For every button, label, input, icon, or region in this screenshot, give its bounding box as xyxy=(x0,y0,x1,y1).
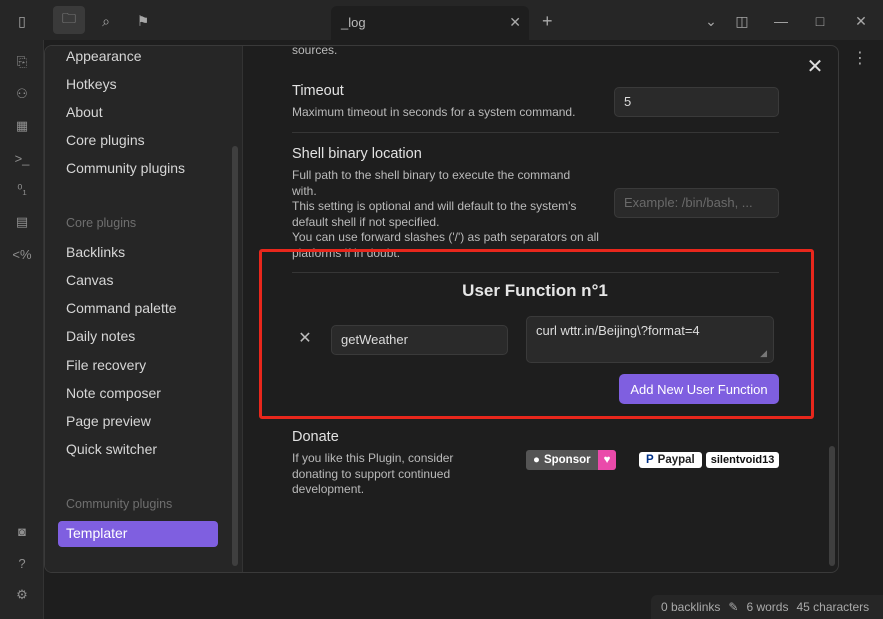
status-bar: 0 backlinks ✎ 6 words 45 characters xyxy=(651,595,883,619)
left-ribbon: ⎘ ⚇ ▦ >_ ⁰₁ ▤ <% ◙ ? ⚙ xyxy=(0,40,44,619)
sidebar-item-appearance[interactable]: Appearance xyxy=(58,46,218,70)
previous-setting-description: sources. xyxy=(292,45,338,57)
sidebar-heading-community-plugins: Community plugins xyxy=(66,497,173,511)
sidebar-item-community-plugins[interactable]: Community plugins xyxy=(58,156,218,182)
sidebar-item-hotkeys[interactable]: Hotkeys xyxy=(58,72,218,98)
paypal-label: Paypal xyxy=(657,454,695,466)
settings-gear-icon[interactable]: ⚙ xyxy=(12,585,32,605)
shell-binary-description-5: You can use forward slashes ('/') as pat… xyxy=(292,230,599,244)
new-tab-icon[interactable]: + xyxy=(542,11,553,32)
sponsor-badge-left: ● Sponsor xyxy=(526,450,598,470)
sidebar-item-command-palette[interactable]: Command palette xyxy=(58,296,218,322)
backlinks-count[interactable]: 0 backlinks xyxy=(661,600,720,614)
donate-description-1: If you like this Plugin, consider xyxy=(292,451,454,465)
word-count: 6 words xyxy=(746,600,789,614)
modal-close-icon[interactable]: ✕ xyxy=(804,55,826,78)
github-icon: ● xyxy=(533,454,540,466)
timeout-title: Timeout xyxy=(292,83,344,99)
sidebar-item-core-plugins[interactable]: Core plugins xyxy=(58,128,218,154)
canvas-icon[interactable]: ▦ xyxy=(12,116,32,136)
sidebar-item-templater[interactable]: Templater xyxy=(58,521,218,547)
vault-icon[interactable]: ◙ xyxy=(12,521,32,541)
binary-icon[interactable]: ⁰₁ xyxy=(12,180,32,200)
character-count: 45 characters xyxy=(796,600,870,614)
shell-binary-description-2: with. xyxy=(292,184,317,198)
divider xyxy=(292,272,779,273)
maximize-icon[interactable]: □ xyxy=(809,10,831,32)
more-options-icon[interactable]: ⋮ xyxy=(852,48,868,68)
content-scrollbar[interactable] xyxy=(829,446,835,566)
user-function-title: User Function n°1 xyxy=(462,281,608,300)
shell-binary-description-6: platforms if in doubt. xyxy=(292,246,401,260)
folder-icon[interactable]: 🗀 xyxy=(53,6,85,34)
settings-sidebar: Appearance Hotkeys About Core plugins Co… xyxy=(45,46,243,572)
sidebar-scrollbar[interactable] xyxy=(232,146,238,566)
user-function-command-text: curl wttr.in/Beijing\?format=4 xyxy=(536,323,700,338)
heart-icon: ♥ xyxy=(597,450,617,470)
sidebar-item-note-composer[interactable]: Note composer xyxy=(58,381,218,407)
quick-switch-icon[interactable]: ⎘ xyxy=(12,52,32,72)
sidebar-item-quick-switcher[interactable]: Quick switcher xyxy=(58,437,218,463)
calendar-icon[interactable]: ▤ xyxy=(12,212,32,232)
sidebar-toggle-icon[interactable]: ▯ xyxy=(11,10,33,32)
minimize-icon[interactable]: — xyxy=(770,10,792,32)
paypal-icon: P xyxy=(646,454,654,466)
sponsor-label: Sponsor xyxy=(543,454,591,466)
add-user-function-button[interactable]: Add New User Function xyxy=(619,374,779,404)
timeout-input[interactable]: 5 xyxy=(614,87,779,117)
templater-icon[interactable]: <% xyxy=(12,244,32,264)
sidebar-item-backlinks[interactable]: Backlinks xyxy=(58,240,218,266)
donate-description-2: donating to support continued xyxy=(292,467,451,481)
graph-icon[interactable]: ⚇ xyxy=(12,84,32,104)
search-icon[interactable]: ⌕ xyxy=(95,10,117,32)
paypal-badge-left: P Paypal xyxy=(639,452,702,468)
shell-binary-description-1: Full path to the shell binary to execute… xyxy=(292,168,571,182)
settings-modal: Appearance Hotkeys About Core plugins Co… xyxy=(44,45,839,573)
shell-binary-input[interactable]: Example: /bin/bash, ... xyxy=(614,188,779,218)
shell-binary-title: Shell binary location xyxy=(292,146,422,162)
shell-binary-description-3: This setting is optional and will defaul… xyxy=(292,199,577,213)
sidebar-item-canvas[interactable]: Canvas xyxy=(58,268,218,294)
tab-close-icon[interactable]: ✕ xyxy=(509,14,521,31)
bookmark-icon[interactable]: ⚑ xyxy=(132,10,154,32)
remove-user-function-icon[interactable]: ✕ xyxy=(297,330,313,347)
user-function-name-input[interactable]: getWeather xyxy=(331,325,508,355)
sidebar-heading-core-plugins: Core plugins xyxy=(66,216,137,230)
github-sponsor-badge[interactable]: ● Sponsor ♥ xyxy=(526,450,617,470)
title-bar: ▯ 🗀 ⌕ ⚑ _log ✕ + ⌄ ◫ — □ ✕ xyxy=(0,0,883,40)
sidebar-item-daily-notes[interactable]: Daily notes xyxy=(58,324,218,350)
divider xyxy=(292,132,779,133)
tab-log[interactable]: _log ✕ xyxy=(331,6,529,40)
terminal-icon[interactable]: >_ xyxy=(12,148,32,168)
tab-title: _log xyxy=(341,15,366,30)
chevron-down-icon[interactable]: ⌄ xyxy=(700,10,722,32)
pencil-icon[interactable]: ✎ xyxy=(728,600,738,614)
sidebar-item-about[interactable]: About xyxy=(58,100,218,126)
resize-handle-icon[interactable]: ◢ xyxy=(760,348,767,359)
paypal-user: silentvoid13 xyxy=(705,452,780,468)
donate-description-3: development. xyxy=(292,482,365,496)
divider xyxy=(292,416,779,417)
sidebar-item-file-recovery[interactable]: File recovery xyxy=(58,353,218,379)
right-sidebar-toggle-icon[interactable]: ◫ xyxy=(731,10,753,32)
shell-binary-description-4: default shell if not specified. xyxy=(292,215,440,229)
sidebar-item-page-preview[interactable]: Page preview xyxy=(58,409,218,435)
paypal-badge[interactable]: P Paypal silentvoid13 xyxy=(639,450,780,470)
timeout-description: Maximum timeout in seconds for a system … xyxy=(292,105,576,119)
window-close-icon[interactable]: ✕ xyxy=(850,10,872,32)
user-function-command-textarea[interactable]: curl wttr.in/Beijing\?format=4 ◢ xyxy=(526,316,774,363)
donate-title: Donate xyxy=(292,429,339,445)
help-icon[interactable]: ? xyxy=(12,553,32,573)
